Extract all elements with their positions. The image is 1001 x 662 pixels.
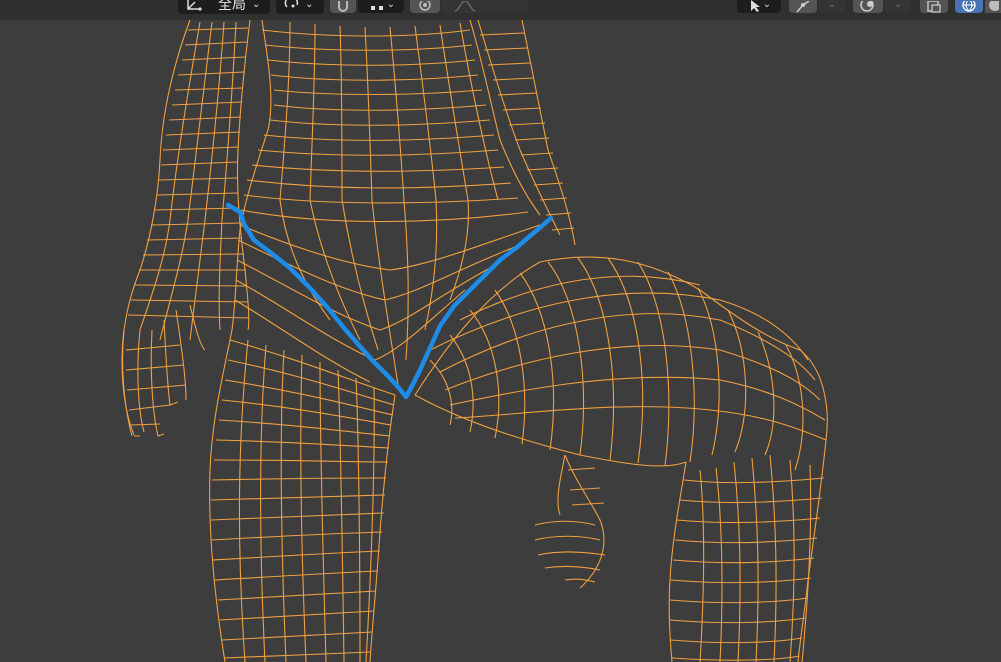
chevron-down-icon: ⌄ bbox=[305, 0, 314, 10]
snap-target-dropdown[interactable]: ⌄ bbox=[358, 0, 404, 13]
orientation-axes-icon bbox=[186, 0, 204, 11]
transform-orientation-label: 全局 bbox=[218, 0, 246, 13]
wireframe-model bbox=[121, 19, 828, 662]
raised-leg-mesh bbox=[414, 256, 828, 662]
viewport-header: 全局 ⌄ ⌄ ⌄ ⌄ ⌄ ⌄ bbox=[0, 0, 1001, 20]
select-mode-dropdown[interactable]: ⌄ bbox=[737, 0, 781, 13]
transform-orientation-dropdown[interactable]: 全局 ⌄ bbox=[178, 0, 270, 14]
chevron-down-icon: ⌄ bbox=[252, 0, 261, 10]
snap-increment-icon bbox=[367, 4, 387, 12]
select-cursor-icon bbox=[747, 0, 763, 12]
left-arm-mesh bbox=[121, 19, 251, 437]
chevron-down-icon: ⌄ bbox=[893, 0, 903, 10]
proportional-editing-icon bbox=[418, 0, 432, 13]
pivot-point-dropdown[interactable]: ⌄ bbox=[276, 0, 324, 14]
gizmo-icon bbox=[795, 0, 811, 13]
falloff-curve-icon bbox=[453, 0, 477, 13]
snap-magnet-icon bbox=[335, 0, 351, 13]
xray-toggle[interactable] bbox=[920, 0, 948, 13]
chevron-down-icon: ⌄ bbox=[762, 0, 772, 10]
snap-toggle[interactable] bbox=[330, 0, 356, 13]
gizmo-dropdown[interactable]: ⌄ bbox=[819, 0, 845, 13]
proportional-editing-toggle[interactable] bbox=[410, 0, 440, 13]
wireframe-shading-icon bbox=[961, 0, 977, 13]
overlay-icon bbox=[859, 0, 877, 13]
pivot-point-icon bbox=[283, 0, 301, 11]
solid-shading-button[interactable] bbox=[985, 0, 1001, 13]
overlay-dropdown[interactable]: ⌄ bbox=[885, 0, 911, 13]
standing-leg-mesh bbox=[209, 329, 396, 662]
wireframe-shading-button[interactable] bbox=[955, 0, 983, 13]
torso-mesh bbox=[231, 19, 541, 386]
xray-toggle-icon bbox=[926, 0, 942, 13]
chevron-down-icon: ⌄ bbox=[827, 0, 837, 10]
right-arm-mesh bbox=[477, 19, 606, 589]
overlay-toggle[interactable] bbox=[853, 0, 883, 13]
chevron-down-icon: ⌄ bbox=[386, 0, 396, 10]
gizmo-toggle[interactable] bbox=[789, 0, 817, 13]
falloff-dropdown[interactable] bbox=[442, 0, 528, 13]
3d-viewport[interactable] bbox=[0, 0, 1001, 662]
solid-shading-icon bbox=[987, 0, 999, 13]
